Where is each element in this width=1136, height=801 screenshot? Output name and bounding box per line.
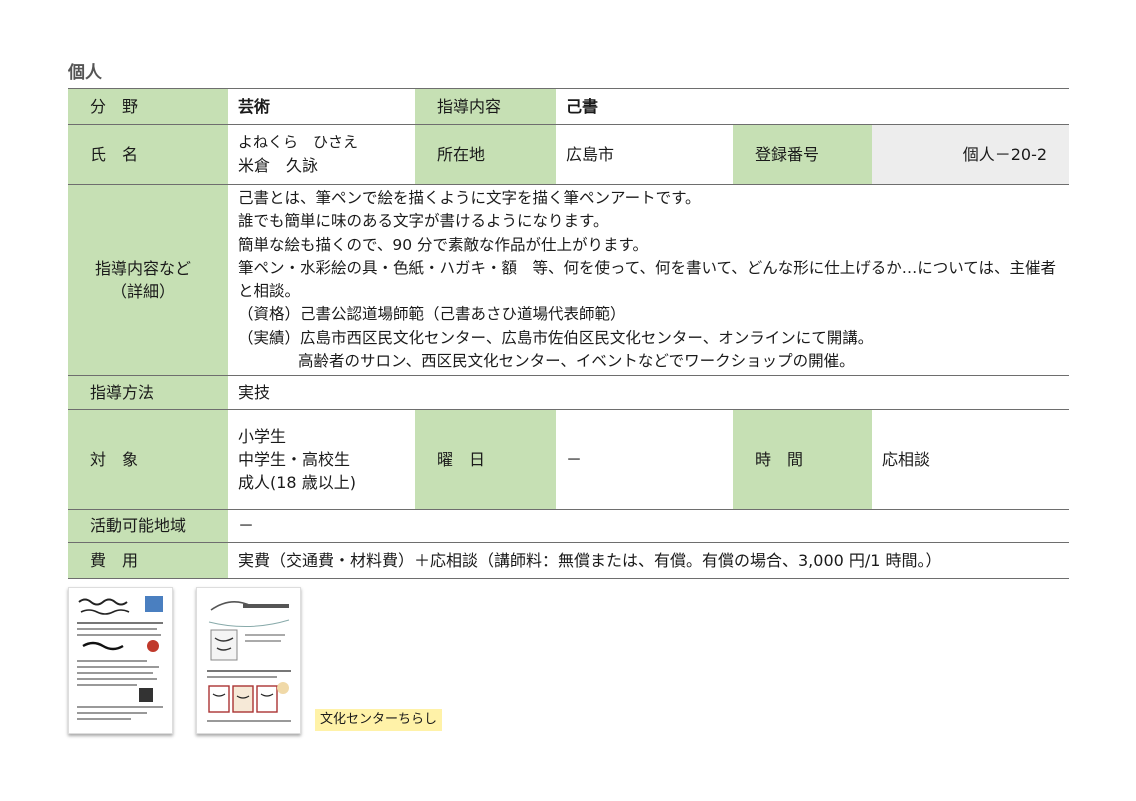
registration-label: 登録番号 bbox=[733, 124, 872, 185]
row-area: 活動可能地域 － bbox=[68, 509, 1070, 543]
instructor-table: 分 野 芸術 指導内容 己書 氏 名 よねくら ひさえ 米倉 久詠 所在地 広島… bbox=[68, 88, 1070, 579]
time-label: 時 間 bbox=[733, 409, 872, 510]
row-target: 対 象 小学生 中学生・高校生 成人(18 歳以上) 曜 日 － 時 間 応相談 bbox=[68, 409, 1070, 510]
flyer-2-image bbox=[197, 588, 300, 733]
target-label: 対 象 bbox=[68, 409, 228, 510]
field-label: 分 野 bbox=[68, 88, 228, 125]
day-value: － bbox=[556, 409, 733, 510]
location-label: 所在地 bbox=[415, 124, 556, 185]
row-name: 氏 名 よねくら ひさえ 米倉 久詠 所在地 広島市 登録番号 個人－20-2 bbox=[68, 124, 1070, 185]
cost-label: 費 用 bbox=[68, 542, 228, 579]
details-label-line2: （詳細） bbox=[110, 282, 175, 301]
guidance-value: 己書 bbox=[556, 88, 1070, 125]
area-label: 活動可能地域 bbox=[68, 509, 228, 543]
details-line: 筆ペン・水彩絵の具・色紙・ハガキ・額 等、何を使って、何を書いて、どんな形に仕上… bbox=[238, 258, 1056, 300]
flyer-thumbnail-1[interactable] bbox=[68, 587, 173, 734]
day-label: 曜 日 bbox=[415, 409, 556, 510]
cost-value: 実費（交通費・材料費）＋応相談（講師料：無償または、有償。有償の場合、3,000… bbox=[228, 542, 1070, 579]
area-value: － bbox=[228, 509, 1070, 543]
flyer-caption: 文化センターちらし bbox=[315, 709, 442, 731]
row-details: 指導内容など （詳細） 己書とは、筆ペンで絵を描くように文字を描く筆ペンアートで… bbox=[68, 184, 1070, 376]
target-values: 小学生 中学生・高校生 成人(18 歳以上) bbox=[228, 409, 415, 510]
details-line: 高齢者のサロン、西区民文化センター、イベントなどでワークショップの開催。 bbox=[298, 351, 855, 370]
row-method: 指導方法 実技 bbox=[68, 375, 1070, 410]
name-label: 氏 名 bbox=[68, 124, 228, 185]
name-value: 米倉 久詠 bbox=[238, 155, 319, 175]
time-value: 応相談 bbox=[872, 409, 1070, 510]
details-label-line1: 指導内容など bbox=[94, 258, 191, 278]
location-value: 広島市 bbox=[556, 124, 733, 185]
row-field: 分 野 芸術 指導内容 己書 bbox=[68, 88, 1070, 125]
target-item: 成人(18 歳以上) bbox=[238, 473, 356, 493]
field-value: 芸術 bbox=[228, 88, 415, 125]
flyer-thumbnail-2[interactable] bbox=[196, 587, 301, 734]
details-line: 己書とは、筆ペンで絵を描くように文字を描く筆ペンアートです。 bbox=[238, 189, 701, 207]
registration-number: 個人－20-2 bbox=[872, 124, 1070, 185]
details-line: 誰でも簡単に味のある文字が書けるようになります。 bbox=[238, 212, 609, 231]
details-line: （資格）己書公認道場師範（己書あさひ道場代表師範） bbox=[238, 305, 626, 324]
name-reading: よねくら ひさえ bbox=[238, 133, 359, 152]
row-cost: 費 用 実費（交通費・材料費）＋応相談（講師料：無償または、有償。有償の場合、3… bbox=[68, 542, 1070, 579]
method-label: 指導方法 bbox=[68, 375, 228, 410]
details-line: 簡単な絵も描くので、90 分で素敵な作品が仕上がります。 bbox=[238, 235, 648, 254]
guidance-label: 指導内容 bbox=[415, 88, 556, 125]
flyer-1-image bbox=[69, 588, 172, 733]
details-label: 指導内容など （詳細） bbox=[68, 184, 228, 376]
target-item: 小学生 bbox=[238, 426, 287, 446]
details-line: （実績）広島市西区民文化センター、広島市佐伯区民文化センター、オンラインにて開講… bbox=[238, 328, 874, 347]
details-text: 己書とは、筆ペンで絵を描くように文字を描く筆ペンアートです。 誰でも簡単に味のあ… bbox=[228, 184, 1070, 376]
section-title: 個人 bbox=[68, 63, 102, 83]
method-value: 実技 bbox=[228, 375, 1070, 410]
target-item: 中学生・高校生 bbox=[238, 449, 351, 469]
name-cell: よねくら ひさえ 米倉 久詠 bbox=[228, 124, 415, 185]
